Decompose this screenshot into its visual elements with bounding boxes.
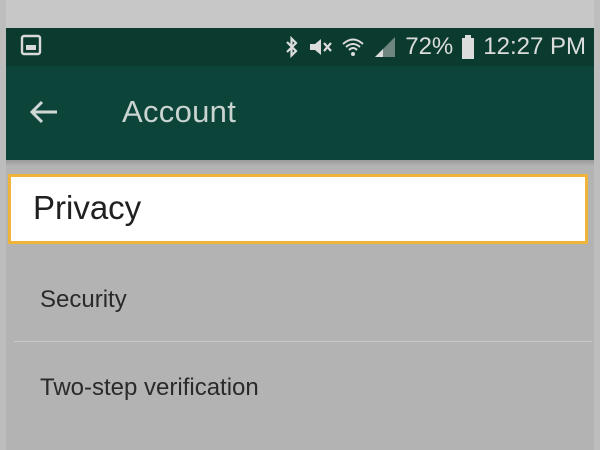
menu-item-label: Security (40, 286, 127, 313)
bluetooth-icon (285, 35, 299, 59)
status-bar: 72% 12:27 PM (6, 28, 594, 66)
status-icons: 72% 12:27 PM (285, 28, 586, 66)
divider (14, 341, 592, 342)
signal-icon (373, 35, 397, 59)
settings-list: Privacy Security Two-step verification (6, 166, 594, 450)
menu-item-security[interactable]: Security (6, 256, 594, 344)
mute-icon (307, 35, 333, 59)
arrow-left-icon (29, 99, 59, 130)
wifi-icon (341, 35, 365, 59)
menu-item-two-step-verification[interactable]: Two-step verification (6, 344, 594, 432)
page-title: Account (122, 94, 237, 129)
battery-percent: 72% (405, 33, 454, 60)
menu-item-label: Privacy (33, 189, 142, 226)
clock: 12:27 PM (483, 33, 586, 60)
battery-icon (461, 34, 475, 60)
back-button[interactable] (26, 96, 62, 132)
app-bar: Account (6, 66, 594, 160)
image-notification-icon (20, 34, 42, 61)
menu-item-privacy[interactable]: Privacy (8, 174, 588, 244)
menu-item-label: Two-step verification (40, 374, 259, 401)
